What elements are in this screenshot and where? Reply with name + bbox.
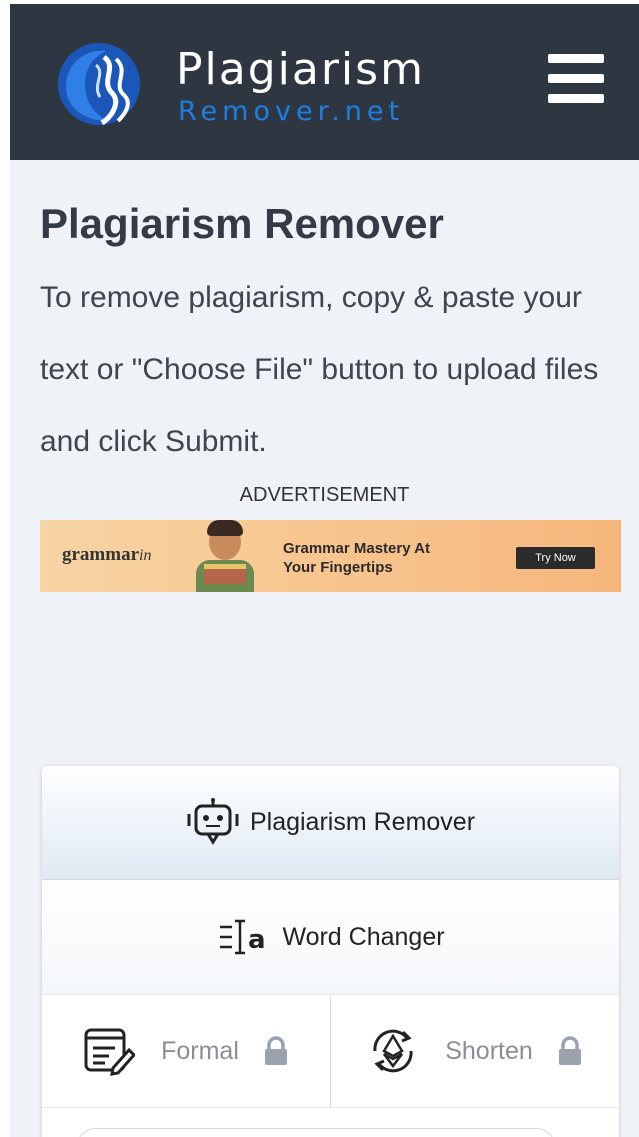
text-input-area[interactable] bbox=[76, 1128, 556, 1137]
site-header: Plagiarism Remover.net bbox=[10, 4, 639, 160]
page-title: Plagiarism Remover bbox=[40, 200, 444, 247]
ad-headline-line-1: Grammar Mastery At bbox=[283, 540, 431, 557]
tab-word-changer-label: Word Changer bbox=[282, 922, 445, 951]
mode-formal[interactable]: Formal bbox=[42, 995, 330, 1107]
ad-headline-line-2: Your Fingertips bbox=[283, 559, 393, 576]
ad-brand-logo: grammarin bbox=[62, 544, 151, 566]
tab-plagiarism-remover[interactable]: Plagiarism Remover bbox=[42, 766, 619, 880]
mode-formal-label: Formal bbox=[161, 1036, 239, 1065]
swirl-logo-icon[interactable] bbox=[56, 41, 142, 127]
ad-person-image bbox=[190, 520, 260, 592]
page-description: To remove plagiarism, copy & paste your … bbox=[40, 281, 599, 458]
word-changer-icon: a bbox=[216, 917, 272, 957]
lock-icon bbox=[557, 1036, 583, 1066]
robot-icon bbox=[186, 797, 240, 848]
logo-subtitle[interactable]: Remover.net bbox=[178, 96, 404, 127]
hamburger-menu-icon[interactable] bbox=[548, 54, 604, 106]
menu-bar bbox=[548, 54, 604, 63]
ad-brand-suffix: in bbox=[139, 547, 152, 564]
ad-try-now-button[interactable]: Try Now bbox=[516, 547, 595, 569]
ad-brand-main: grammar bbox=[62, 544, 140, 565]
lock-icon bbox=[263, 1036, 289, 1066]
menu-bar bbox=[548, 94, 604, 103]
mode-shorten-label: Shorten bbox=[445, 1036, 533, 1065]
tool-card: Plagiarism Remover a Word Changer Formal… bbox=[42, 766, 619, 1137]
ad-person-hair bbox=[207, 520, 243, 536]
ethereum-cycle-icon bbox=[367, 1026, 419, 1076]
document-edit-icon bbox=[83, 1026, 136, 1076]
ad-headline: Grammar Mastery At Your Fingertips bbox=[283, 539, 430, 577]
mode-shorten[interactable]: Shorten bbox=[330, 995, 619, 1107]
ad-books bbox=[204, 564, 246, 584]
mode-selector: Formal Shorten bbox=[42, 994, 619, 1108]
page-frame: Plagiarism Remover.net Plagiarism Remove… bbox=[10, 4, 639, 1137]
tab-plagiarism-remover-label: Plagiarism Remover bbox=[249, 808, 476, 836]
advertisement-label: ADVERTISEMENT bbox=[239, 484, 410, 506]
logo-title[interactable]: Plagiarism bbox=[176, 44, 425, 95]
tab-word-changer[interactable]: a Word Changer bbox=[42, 880, 619, 994]
menu-bar bbox=[548, 74, 604, 83]
svg-text:a: a bbox=[248, 925, 266, 955]
ad-banner[interactable]: grammarin Grammar Mastery At Your Finger… bbox=[40, 520, 621, 592]
